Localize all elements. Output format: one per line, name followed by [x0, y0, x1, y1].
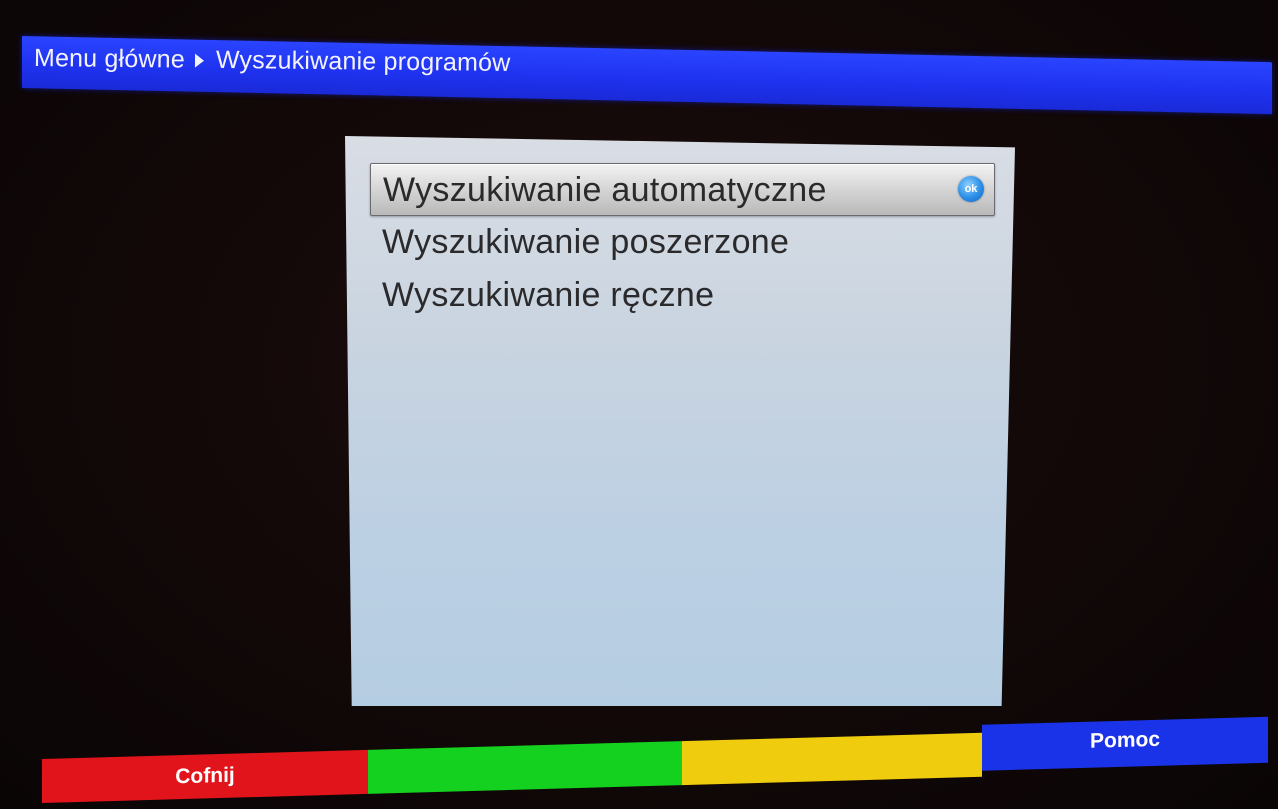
menu-item-automatic-search[interactable]: Wyszukiwanie automatyczne ok [370, 163, 995, 216]
ok-icon: ok [958, 176, 984, 202]
menu-item-extended-search[interactable]: Wyszukiwanie poszerzone [370, 216, 995, 269]
green-key-button[interactable] [368, 741, 682, 794]
search-menu: Wyszukiwanie automatyczne ok Wyszukiwani… [370, 163, 995, 322]
yellow-key-button[interactable] [682, 732, 982, 786]
breadcrumb-current: Wyszukiwanie programów [215, 45, 511, 77]
menu-item-label: Wyszukiwanie poszerzone [382, 223, 790, 261]
breadcrumb: Menu główne Wyszukiwanie programów [34, 44, 511, 78]
menu-item-label: Wyszukiwanie automatyczne [383, 171, 827, 209]
menu-item-label: Wyszukiwanie ręczne [382, 276, 715, 314]
tv-screen: Menu główne Wyszukiwanie programów Wyszu… [0, 0, 1278, 809]
red-key-back-button[interactable]: Cofnij [42, 749, 368, 803]
blue-key-help-button[interactable]: Pomoc [982, 716, 1268, 771]
breadcrumb-arrow-icon [194, 53, 204, 68]
color-key-bar: Cofnij Pomoc [42, 703, 1268, 807]
breadcrumb-root[interactable]: Menu główne [34, 44, 185, 75]
menu-item-manual-search[interactable]: Wyszukiwanie ręczne [370, 269, 995, 322]
